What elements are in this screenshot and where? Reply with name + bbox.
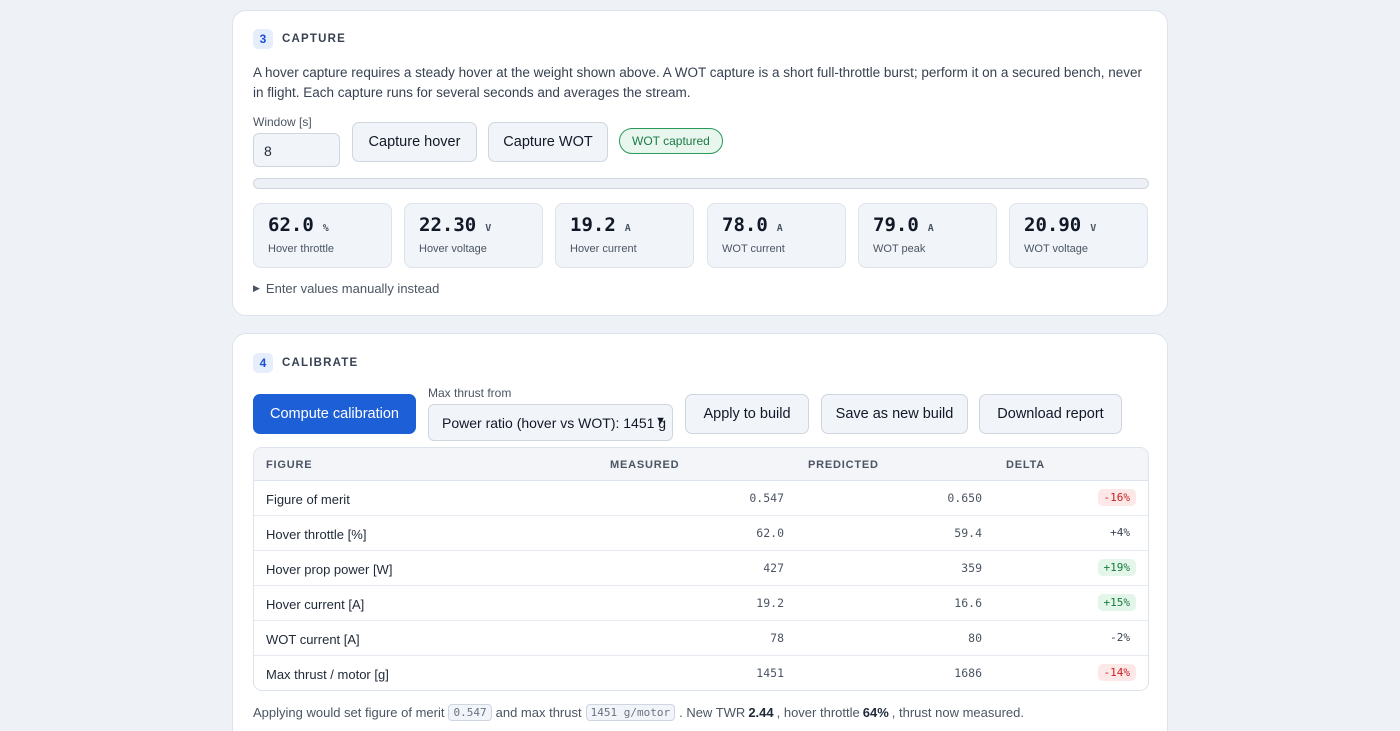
section-title: CAPTURE <box>282 33 346 45</box>
download-report-button[interactable]: Download report <box>979 394 1122 434</box>
metric-value: 79.0 <box>873 214 919 236</box>
step-number: 3 <box>253 29 273 49</box>
metric-label: Hover voltage <box>419 243 487 255</box>
metric-wot-peak: 79.0 A WOT peak <box>858 203 997 268</box>
table-row: Hover throttle [%] 62.0 59.4 +4% <box>254 516 1148 551</box>
metric-value: 62.0 <box>268 214 314 236</box>
save-as-new-build-button[interactable]: Save as new build <box>821 394 968 434</box>
metric-value: 20.90 <box>1024 214 1082 236</box>
capture-description: A hover capture requires a steady hover … <box>253 65 1142 100</box>
header-measured: MEASURED <box>610 459 680 471</box>
header-predicted: PREDICTED <box>808 459 879 471</box>
cell-figure: WOT current [A] <box>266 632 360 647</box>
summary-text: Applying would set figure of merit <box>253 705 445 720</box>
window-label: Window [s] <box>253 115 312 129</box>
cell-predicted: 359 <box>961 561 982 575</box>
table-body: Figure of merit 0.547 0.650 -16% Hover throt… <box>254 481 1148 690</box>
summary-fom-code: 0.547 <box>448 704 492 721</box>
cell-measured: 78 <box>770 631 784 645</box>
metric-label: WOT voltage <box>1024 243 1088 255</box>
cell-measured: 1451 <box>756 666 784 680</box>
status-badge: WOT captured <box>619 128 723 154</box>
metric-unit: % <box>322 223 329 234</box>
cell-predicted: 0.650 <box>947 491 982 505</box>
metric-value: 22.30 <box>419 214 477 236</box>
cell-figure: Hover throttle [%] <box>266 527 367 542</box>
cell-predicted: 1686 <box>954 666 982 680</box>
metric-value: 19.2 <box>570 214 616 236</box>
metric-unit: V <box>485 223 492 234</box>
cell-delta-badge: +4% <box>1110 526 1130 539</box>
cell-measured: 0.547 <box>749 491 784 505</box>
calibration-table: FIGURE MEASURED PREDICTED DELTA Figure o… <box>253 447 1149 691</box>
metric-unit: A <box>776 223 783 234</box>
table-row: WOT current [A] 78 80 -2% <box>254 621 1148 656</box>
summary-text: , hover throttle <box>776 705 860 720</box>
header-delta: DELTA <box>1006 459 1046 471</box>
manual-entry-toggle[interactable]: ▶ Enter values manually instead <box>253 281 439 296</box>
table-header: FIGURE MEASURED PREDICTED DELTA <box>254 448 1148 481</box>
capture-progress-bar <box>253 178 1149 189</box>
step-number: 4 <box>253 353 273 373</box>
compute-calibration-button[interactable]: Compute calibration <box>253 394 416 434</box>
cell-delta-badge: +19% <box>1097 559 1136 576</box>
max-thrust-selected-value: Power ratio (hover vs WOT): 1451 g <box>442 414 667 431</box>
manual-entry-label: Enter values manually instead <box>265 281 440 296</box>
metric-unit: V <box>1090 223 1097 234</box>
metric-hover-current: 19.2 A Hover current <box>555 203 694 268</box>
metric-hover-voltage: 22.30 V Hover voltage <box>404 203 543 268</box>
metric-unit: A <box>927 223 934 234</box>
cell-figure: Figure of merit <box>266 492 350 507</box>
chevron-down-icon: ▼ <box>655 415 666 427</box>
metric-hover-throttle: 62.0% Hover throttle <box>253 203 392 268</box>
triangle-right-icon: ▶ <box>253 283 260 293</box>
max-thrust-select[interactable]: Power ratio (hover vs WOT): 1451 g ▼ <box>428 404 673 441</box>
cell-figure: Hover prop power [W] <box>266 562 393 577</box>
window-seconds-input[interactable]: 8 <box>253 133 340 167</box>
metric-wot-voltage: 20.90 V WOT voltage <box>1009 203 1148 268</box>
calibrate-card: 4 CALIBRATE Compute calibration Max thru… <box>232 333 1168 731</box>
summary-twr: 2.44 <box>748 705 774 720</box>
summary-hover-throttle: 64% <box>862 705 889 720</box>
cell-predicted: 59.4 <box>954 526 982 540</box>
section-title: CALIBRATE <box>282 357 359 369</box>
metric-label: WOT current <box>722 243 785 255</box>
calibration-summary: Applying would set figure of merit 0.547… <box>253 704 1024 721</box>
metric-label: Hover throttle <box>268 243 335 255</box>
cell-delta-badge: -16% <box>1097 489 1136 506</box>
cell-predicted: 16.6 <box>954 596 982 610</box>
metric-value: 78.0 <box>722 214 768 236</box>
max-thrust-label: Max thrust from <box>428 386 512 400</box>
metric-wot-current: 78.0 A WOT current <box>707 203 846 268</box>
metric-unit: A <box>624 223 631 234</box>
summary-text: and max thrust <box>495 705 582 720</box>
apply-to-build-button[interactable]: Apply to build <box>685 394 809 434</box>
capture-wot-button[interactable]: Capture WOT <box>488 122 608 162</box>
cell-delta-badge: -2% <box>1110 631 1130 644</box>
header-figure: FIGURE <box>266 459 313 471</box>
cell-measured: 62.0 <box>756 526 784 540</box>
calibrate-step-header: 4 CALIBRATE <box>253 353 358 373</box>
capture-step-header: 3 CAPTURE <box>253 29 346 49</box>
metric-label: WOT peak <box>873 243 926 255</box>
summary-text: , thrust now measured. <box>891 705 1024 720</box>
metric-label: Hover current <box>570 243 637 255</box>
cell-figure: Max thrust / motor [g] <box>266 667 389 682</box>
cell-delta-badge: +15% <box>1097 594 1136 611</box>
capture-card: 3 CAPTURE A hover capture requires a ste… <box>232 10 1168 316</box>
cell-figure: Hover current [A] <box>266 597 365 612</box>
summary-text: . New TWR <box>679 705 746 720</box>
table-row: Hover current [A] 19.2 16.6 +15% <box>254 586 1148 621</box>
summary-thrust-code: 1451 g/motor <box>585 704 676 721</box>
cell-delta-badge: -14% <box>1097 664 1136 681</box>
cell-measured: 19.2 <box>756 596 784 610</box>
table-row: Max thrust / motor [g] 1451 1686 -14% <box>254 656 1148 690</box>
cell-measured: 427 <box>763 561 784 575</box>
table-row: Hover prop power [W] 427 359 +19% <box>254 551 1148 586</box>
capture-hover-button[interactable]: Capture hover <box>352 122 477 162</box>
table-row: Figure of merit 0.547 0.650 -16% <box>254 481 1148 516</box>
cell-predicted: 80 <box>968 631 982 645</box>
